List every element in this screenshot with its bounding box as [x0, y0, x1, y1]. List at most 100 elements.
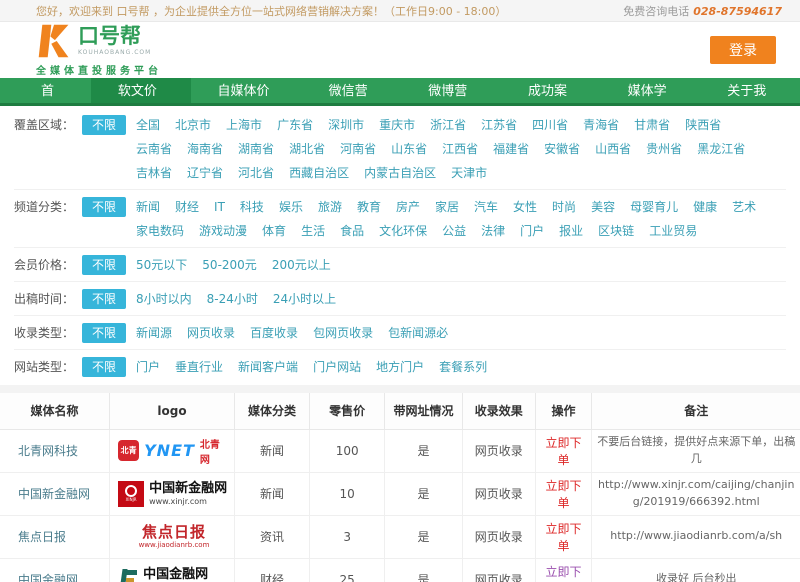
filter-option[interactable]: 娱乐 [279, 195, 303, 219]
media-name-link[interactable]: 中国新金融网 [18, 487, 90, 501]
filter-selected-chip[interactable]: 不限 [82, 323, 126, 343]
filter-option[interactable]: 青海省 [583, 113, 619, 137]
filter-option[interactable]: 艺术 [732, 195, 756, 219]
filter-selected-chip[interactable]: 不限 [82, 255, 126, 275]
filter-selected-chip[interactable]: 不限 [82, 289, 126, 309]
filter-option[interactable]: 江西省 [442, 137, 478, 161]
filter-option[interactable]: 山西省 [595, 137, 631, 161]
filter-option[interactable]: 房产 [396, 195, 420, 219]
filter-option[interactable]: 体育 [262, 219, 286, 243]
order-now-link[interactable]: 立即下单 [546, 479, 582, 510]
nav-item-2[interactable]: 自媒体价格 [191, 78, 302, 103]
media-logo: XINJR中国新金融网www.xinjr.com [118, 481, 230, 507]
filter-option[interactable]: 垂直行业 [175, 355, 223, 379]
filter-option[interactable]: 24小时以上 [273, 287, 336, 311]
nav-item-5[interactable]: 成功案例 [501, 78, 601, 103]
order-now-link[interactable]: 立即下单 [546, 522, 582, 553]
filter-option[interactable]: 旅游 [318, 195, 342, 219]
filter-selected-chip[interactable]: 不限 [82, 197, 126, 217]
filter-option[interactable]: 湖南省 [238, 137, 274, 161]
filter-option[interactable]: 科技 [240, 195, 264, 219]
filter-option[interactable]: 家居 [435, 195, 459, 219]
filter-option[interactable]: 陕西省 [685, 113, 721, 137]
login-button[interactable]: 登录 [710, 36, 776, 64]
filter-option[interactable]: 50元以下 [136, 253, 187, 277]
filter-option[interactable]: 包网页收录 [313, 321, 373, 345]
filter-selected-chip[interactable]: 不限 [82, 357, 126, 377]
filter-option[interactable]: 门户网站 [313, 355, 361, 379]
filter-option[interactable]: 江苏省 [481, 113, 517, 137]
filter-option[interactable]: 文化环保 [379, 219, 427, 243]
filter-option[interactable]: 报业 [559, 219, 583, 243]
filter-option[interactable]: 新闻客户端 [238, 355, 298, 379]
filter-option[interactable]: 教育 [357, 195, 381, 219]
filter-option[interactable]: 门户 [136, 355, 160, 379]
media-name-link[interactable]: 中国金融网 [18, 573, 78, 582]
filter-option[interactable]: 财经 [175, 195, 199, 219]
filter-option[interactable]: 8小时以内 [136, 287, 192, 311]
filter-option[interactable]: 安徽省 [544, 137, 580, 161]
filter-option[interactable]: 家电数码 [136, 219, 184, 243]
filter-option[interactable]: 包新闻源必 [388, 321, 448, 345]
filter-option[interactable]: 重庆市 [379, 113, 415, 137]
filter-option[interactable]: 上海市 [226, 113, 262, 137]
filter-option[interactable]: 吉林省 [136, 161, 172, 185]
filter-option[interactable]: 新闻源 [136, 321, 172, 345]
nav-item-0[interactable]: 首页 [14, 78, 91, 103]
filter-selected-chip[interactable]: 不限 [82, 115, 126, 135]
nav-item-1[interactable]: 软文价格 [91, 78, 191, 103]
filter-option[interactable]: 云南省 [136, 137, 172, 161]
filter-option[interactable]: 法律 [481, 219, 505, 243]
filter-option[interactable]: 新闻 [136, 195, 160, 219]
filter-option[interactable]: 湖北省 [289, 137, 325, 161]
filter-option[interactable]: 美容 [591, 195, 615, 219]
filter-option[interactable]: 百度收录 [250, 321, 298, 345]
site-logo[interactable]: 口号帮 KOUHAOBANG.COM 全媒体直投服务平台 [36, 23, 162, 77]
filter-option[interactable]: 浙江省 [430, 113, 466, 137]
order-now-link[interactable]: 立即下单 [546, 565, 582, 582]
filter-option[interactable]: 母婴育儿 [630, 195, 678, 219]
filter-option[interactable]: 女性 [513, 195, 537, 219]
filter-option[interactable]: 全国 [136, 113, 160, 137]
filter-option[interactable]: 内蒙古自治区 [364, 161, 436, 185]
filter-option[interactable]: 天津市 [451, 161, 487, 185]
filter-option[interactable]: 汽车 [474, 195, 498, 219]
filter-option[interactable]: 50-200元 [202, 253, 257, 277]
filter-option[interactable]: 时尚 [552, 195, 576, 219]
media-name-link[interactable]: 焦点日报 [18, 530, 66, 544]
nav-item-6[interactable]: 媒体学院 [601, 78, 701, 103]
filter-option[interactable]: 工业贸易 [649, 219, 697, 243]
filter-option[interactable]: 地方门户 [376, 355, 424, 379]
filter-option[interactable]: 生活 [301, 219, 325, 243]
filter-option[interactable]: IT [214, 195, 225, 219]
filter-option[interactable]: 网页收录 [187, 321, 235, 345]
media-name-link[interactable]: 北青网科技 [18, 444, 78, 458]
filter-option[interactable]: 区块链 [598, 219, 634, 243]
filter-option[interactable]: 门户 [520, 219, 544, 243]
filter-option[interactable]: 贵州省 [646, 137, 682, 161]
filter-option[interactable]: 黑龙江省 [697, 137, 745, 161]
filter-option[interactable]: 食品 [340, 219, 364, 243]
filter-option[interactable]: 深圳市 [328, 113, 364, 137]
filter-option[interactable]: 海南省 [187, 137, 223, 161]
filter-option[interactable]: 健康 [693, 195, 717, 219]
filter-option[interactable]: 200元以上 [272, 253, 331, 277]
filter-option[interactable]: 河北省 [238, 161, 274, 185]
order-now-link[interactable]: 立即下单 [546, 436, 582, 467]
nav-item-3[interactable]: 微信营销 [302, 78, 402, 103]
filter-option[interactable]: 北京市 [175, 113, 211, 137]
nav-item-7[interactable]: 关于我们 [700, 78, 800, 103]
filter-option[interactable]: 辽宁省 [187, 161, 223, 185]
filter-option[interactable]: 广东省 [277, 113, 313, 137]
filter-option[interactable]: 套餐系列 [439, 355, 487, 379]
filter-option[interactable]: 福建省 [493, 137, 529, 161]
filter-option[interactable]: 河南省 [340, 137, 376, 161]
filter-option[interactable]: 8-24小时 [207, 287, 258, 311]
filter-option[interactable]: 四川省 [532, 113, 568, 137]
filter-option[interactable]: 山东省 [391, 137, 427, 161]
filter-option[interactable]: 公益 [442, 219, 466, 243]
nav-item-4[interactable]: 微博营销 [401, 78, 501, 103]
filter-option[interactable]: 甘肃省 [634, 113, 670, 137]
filter-option[interactable]: 游戏动漫 [199, 219, 247, 243]
filter-option[interactable]: 西藏自治区 [289, 161, 349, 185]
